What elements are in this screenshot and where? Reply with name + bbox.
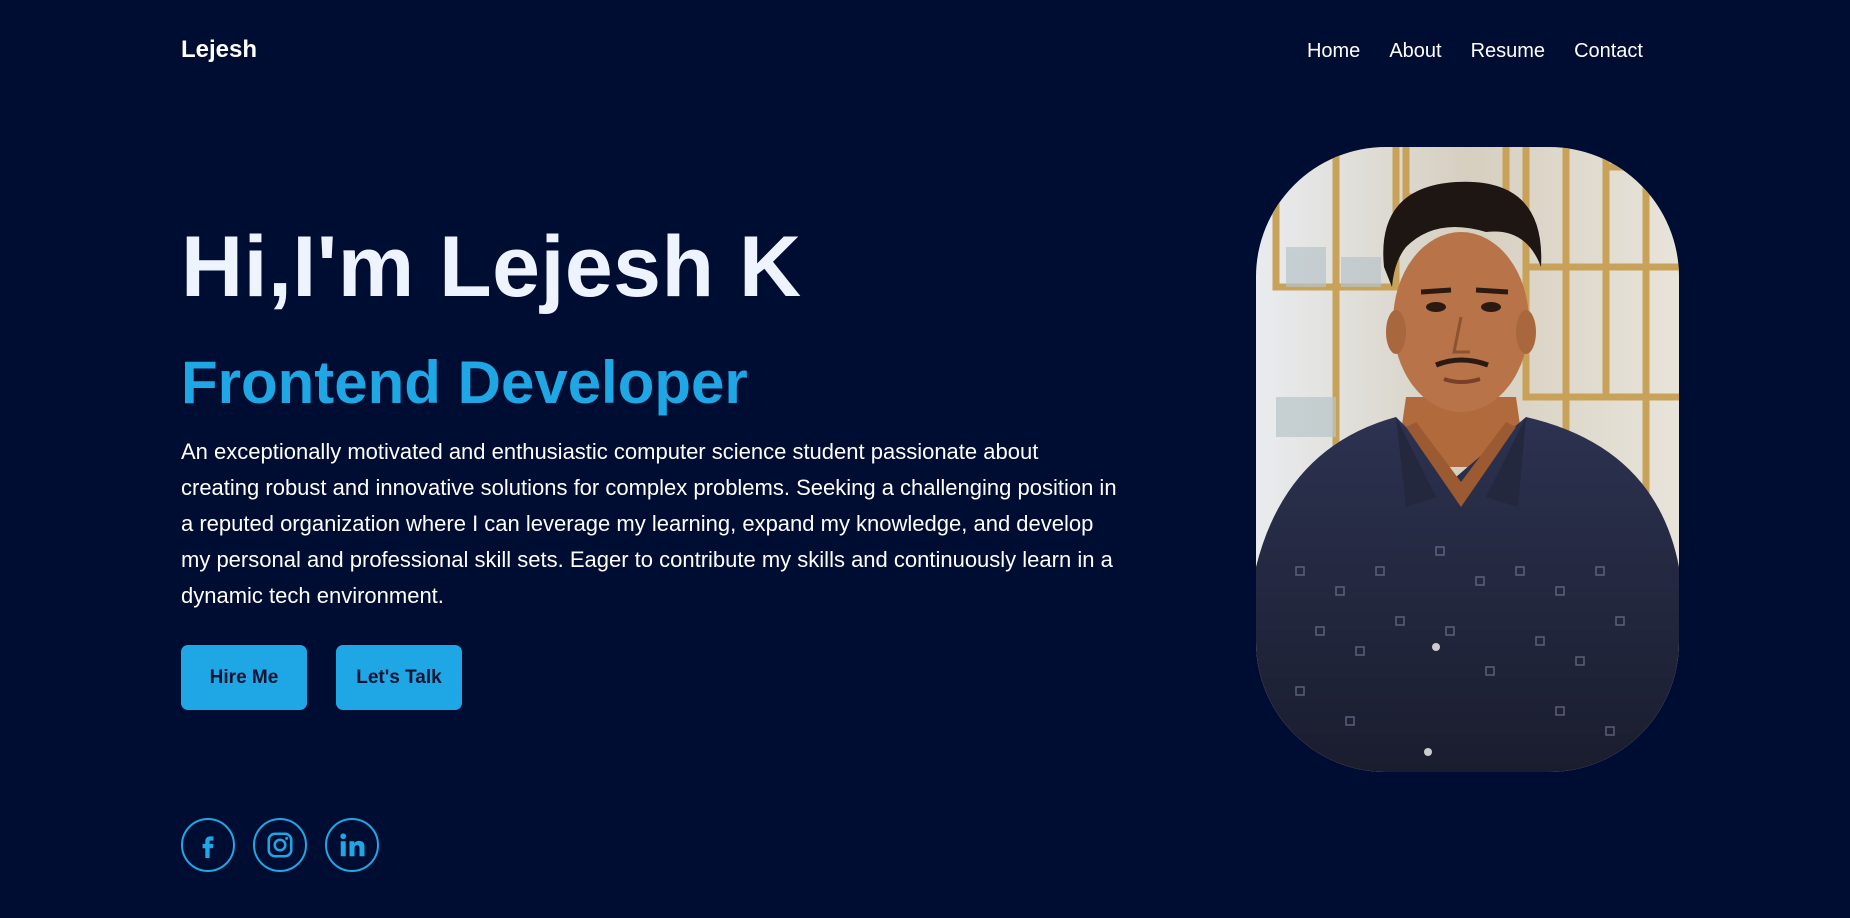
nav-contact-link[interactable]: Contact [1574, 40, 1643, 63]
nav-about-link[interactable]: About [1389, 40, 1441, 63]
facebook-link[interactable] [181, 818, 235, 872]
hero-description: An exceptionally motivated and enthusias… [181, 439, 1117, 608]
nav-resume-link[interactable]: Resume [1471, 40, 1545, 63]
hero-role: Frontend Developer [181, 349, 748, 416]
hire-me-button[interactable]: Hire Me [181, 645, 307, 710]
lets-talk-button[interactable]: Let's Talk [336, 645, 462, 710]
instagram-icon [265, 830, 295, 860]
nav-home-link[interactable]: Home [1307, 40, 1360, 63]
linkedin-link[interactable] [325, 818, 379, 872]
hero-title: Hi,I'm Lejesh K [181, 219, 802, 315]
site-logo[interactable]: Lejesh [181, 36, 257, 64]
social-links [181, 818, 379, 872]
linkedin-icon [337, 830, 367, 860]
instagram-link[interactable] [253, 818, 307, 872]
portfolio-page: Lejesh Home About Resume Contact Hi,I'm … [0, 0, 1850, 918]
main-nav: Home About Resume Contact [1307, 40, 1643, 63]
profile-photo [1256, 147, 1679, 772]
facebook-icon [195, 830, 221, 860]
